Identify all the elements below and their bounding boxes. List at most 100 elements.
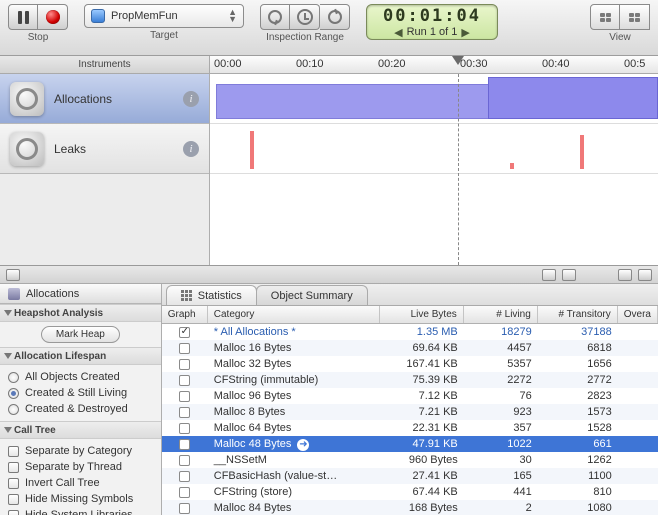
timeline-cursor[interactable] — [458, 74, 459, 265]
row-checkbox[interactable] — [162, 455, 208, 466]
lifespan-opt-all[interactable]: All Objects Created — [8, 369, 153, 385]
row-living: 2 — [464, 502, 538, 514]
inspection-loop-button[interactable] — [290, 4, 320, 30]
tab-object-summary[interactable]: Object Summary — [256, 285, 368, 305]
row-transitory: 1100 — [538, 470, 618, 482]
row-live: 69.64 KB — [380, 342, 464, 354]
next-run-button[interactable]: ▶ — [461, 26, 469, 39]
tab-statistics[interactable]: Statistics — [166, 285, 257, 305]
toolstrip-button-1[interactable] — [6, 269, 20, 281]
section-heapshot[interactable]: Heapshot Analysis — [0, 304, 161, 322]
th-living[interactable]: # Living — [464, 306, 538, 323]
th-live[interactable]: Live Bytes — [380, 306, 464, 323]
track-name: Leaks — [54, 142, 173, 156]
track-name: Allocations — [54, 92, 173, 106]
section-calltree[interactable]: Call Tree — [0, 421, 161, 439]
ct-hide-missing[interactable]: Hide Missing Symbols — [8, 491, 153, 507]
row-transitory: 1262 — [538, 454, 618, 466]
view-mode-1-button[interactable] — [590, 4, 620, 30]
toolstrip-button-5[interactable] — [638, 269, 652, 281]
sidebar-tab[interactable]: Allocations — [0, 284, 161, 304]
row-category: __NSSetM — [208, 454, 380, 466]
row-live: 75.39 KB — [380, 374, 464, 386]
th-graph[interactable]: Graph — [162, 306, 208, 323]
inspection-start-button[interactable] — [260, 4, 290, 30]
th-overall[interactable]: Overa — [618, 306, 658, 323]
track-allocations[interactable]: Allocations i — [0, 74, 209, 124]
ct-separate-thread[interactable]: Separate by Thread — [8, 459, 153, 475]
info-icon[interactable]: i — [183, 141, 199, 157]
th-category[interactable]: Category — [208, 306, 380, 323]
row-checkbox[interactable] — [162, 423, 208, 434]
target-selector[interactable]: PropMemFun ▲▼ — [84, 4, 244, 28]
row-checkbox[interactable] — [162, 503, 208, 514]
toolstrip-button-2[interactable] — [542, 269, 556, 281]
table-row[interactable]: Malloc 16 Bytes69.64 KB44576818 — [162, 340, 658, 356]
row-live: 1.35 MB — [380, 326, 464, 338]
mark-heap-button[interactable]: Mark Heap — [41, 326, 120, 343]
playhead-icon[interactable] — [452, 56, 464, 65]
table-row[interactable]: CFBasicHash (value-st…27.41 KB1651100 — [162, 468, 658, 484]
row-category: Malloc 32 Bytes — [208, 358, 380, 370]
instruments-title: Instruments — [0, 56, 210, 73]
view-group: View — [590, 4, 650, 43]
row-checkbox[interactable] — [162, 359, 208, 370]
row-category: Malloc 16 Bytes — [208, 342, 380, 354]
prev-run-button[interactable]: ◀ — [394, 26, 402, 39]
toolstrip-button-4[interactable] — [618, 269, 632, 281]
table-row[interactable]: Malloc 32 Bytes167.41 KB53571656 — [162, 356, 658, 372]
row-category: * All Allocations * — [208, 326, 380, 338]
table-row[interactable]: CFString (immutable)75.39 KB22722772 — [162, 372, 658, 388]
row-live: 67.44 KB — [380, 486, 464, 498]
row-checkbox[interactable] — [162, 487, 208, 498]
table-row[interactable]: Malloc 64 Bytes22.31 KB3571528 — [162, 420, 658, 436]
table-row[interactable]: Malloc 96 Bytes7.12 KB762823 — [162, 388, 658, 404]
table-row[interactable]: __NSSetM960 Bytes301262 — [162, 452, 658, 468]
row-transitory: 37188 — [538, 326, 618, 338]
track-leaks[interactable]: Leaks i — [0, 124, 209, 174]
row-checkbox[interactable] — [162, 327, 208, 338]
row-checkbox[interactable] — [162, 343, 208, 354]
run-indicator: Run 1 of 1 — [407, 26, 458, 38]
row-checkbox[interactable] — [162, 471, 208, 482]
table-row[interactable]: Malloc 84 Bytes168 Bytes21080 — [162, 500, 658, 515]
row-living: 923 — [464, 406, 538, 418]
track-graphs[interactable] — [210, 74, 658, 265]
info-icon[interactable]: i — [183, 91, 199, 107]
row-live: 7.21 KB — [380, 406, 464, 418]
section-lifespan[interactable]: Allocation Lifespan — [0, 347, 161, 365]
row-live: 47.91 KB — [380, 438, 464, 450]
pause-button[interactable] — [8, 4, 38, 30]
target-group: PropMemFun ▲▼ Target — [84, 4, 244, 41]
toolstrip-button-3[interactable] — [562, 269, 576, 281]
lifespan-opt-living[interactable]: Created & Still Living — [8, 385, 153, 401]
ct-invert[interactable]: Invert Call Tree — [8, 475, 153, 491]
allocations-cube-icon — [8, 288, 20, 300]
row-checkbox[interactable] — [162, 375, 208, 386]
ct-hide-system[interactable]: Hide System Libraries — [8, 507, 153, 515]
record-button[interactable] — [38, 4, 68, 30]
allocations-icon — [10, 82, 44, 116]
inspection-end-button[interactable] — [320, 4, 350, 30]
row-checkbox[interactable] — [162, 407, 208, 418]
th-transitory[interactable]: # Transitory — [538, 306, 618, 323]
grid-icon — [181, 290, 192, 301]
lifespan-opt-destroyed[interactable]: Created & Destroyed — [8, 401, 153, 417]
timeline-ruler[interactable]: 00:00 00:10 00:20 00:30 00:40 00:5 — [210, 56, 658, 73]
row-living: 357 — [464, 422, 538, 434]
view-mode-2-button[interactable] — [620, 4, 650, 30]
table-row[interactable]: Malloc 8 Bytes7.21 KB9231573 — [162, 404, 658, 420]
sidebar: Allocations Heapshot Analysis Mark Heap … — [0, 284, 162, 515]
row-live: 167.41 KB — [380, 358, 464, 370]
table-row[interactable]: CFString (store)67.44 KB441810 — [162, 484, 658, 500]
table-row[interactable]: * All Allocations *1.35 MB1827937188 — [162, 324, 658, 340]
time-lcd-group: 00:01:04 ◀ Run 1 of 1 ▶ — [366, 4, 498, 40]
arrow-right-icon[interactable]: ➜ — [297, 439, 309, 451]
row-transitory: 1656 — [538, 358, 618, 370]
row-checkbox[interactable] — [162, 391, 208, 402]
ct-separate-category[interactable]: Separate by Category — [8, 443, 153, 459]
table-body[interactable]: * All Allocations *1.35 MB1827937188Mall… — [162, 324, 658, 515]
toolbar: Stop PropMemFun ▲▼ Target Inspection Ran… — [0, 0, 658, 56]
table-row[interactable]: Malloc 48 Bytes➜47.91 KB1022661 — [162, 436, 658, 452]
row-checkbox[interactable] — [162, 439, 208, 450]
